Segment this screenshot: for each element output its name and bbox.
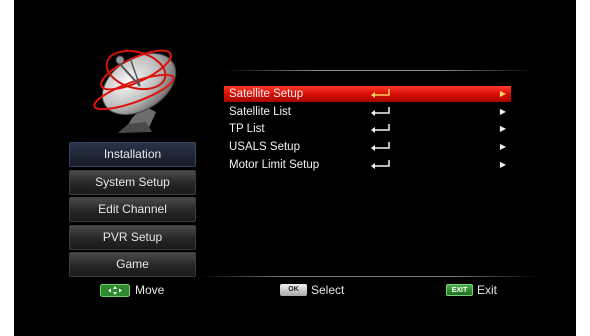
sidebar-item-label: Game: [116, 257, 149, 271]
chevron-right-icon: ▶: [499, 89, 506, 98]
menu-item-label: TP List: [229, 123, 265, 135]
chevron-right-icon: ▶: [499, 107, 506, 116]
top-divider: [224, 70, 534, 71]
sidebar-item-label: Edit Channel: [98, 202, 167, 216]
sidebar-item-installation[interactable]: Installation: [69, 142, 196, 167]
move-hint-label: Move: [135, 283, 165, 297]
satellite-dish-icon: [93, 49, 177, 133]
move-keys-icon: [100, 284, 130, 297]
bottom-divider: [199, 276, 539, 277]
enter-icon: [371, 124, 390, 133]
menu-item-motor-limit-setup[interactable]: Motor Limit Setup ▶: [224, 157, 511, 173]
menu-item-label: USALS Setup: [229, 141, 300, 153]
ok-key-badge: OK: [280, 284, 307, 296]
menu-item-usals-setup[interactable]: USALS Setup ▶: [224, 139, 511, 155]
sidebar-item-label: System Setup: [95, 175, 170, 189]
menu-item-label: Satellite Setup: [229, 88, 304, 100]
enter-icon: [371, 160, 390, 169]
menu-item-satellite-setup[interactable]: Satellite Setup ▶: [224, 86, 511, 102]
sidebar-item-system-setup[interactable]: System Setup: [69, 170, 196, 195]
chevron-right-icon: ▶: [499, 142, 506, 151]
enter-icon: [371, 107, 390, 116]
enter-icon: [371, 142, 390, 151]
tv-screen: Installation System Setup Edit Channel P…: [14, 0, 576, 336]
sidebar-item-game[interactable]: Game: [69, 252, 196, 277]
chevron-right-icon: ▶: [499, 160, 506, 169]
sidebar-item-edit-channel[interactable]: Edit Channel: [69, 197, 196, 222]
sidebar-item-pvr-setup[interactable]: PVR Setup: [69, 225, 196, 250]
menu-item-satellite-list[interactable]: Satellite List ▶: [224, 104, 511, 120]
menu-item-label: Motor Limit Setup: [229, 159, 320, 171]
exit-hint-label: Exit: [477, 283, 498, 297]
menu-item-tp-list[interactable]: TP List ▶: [224, 121, 511, 137]
sidebar-item-label: PVR Setup: [102, 230, 163, 244]
sidebar-item-label: Installation: [103, 147, 162, 161]
select-hint-label: Select: [311, 283, 345, 297]
menu-item-label: Satellite List: [229, 106, 292, 118]
chevron-right-icon: ▶: [499, 124, 506, 133]
exit-key-badge: EXIT: [446, 284, 473, 296]
enter-icon: [371, 89, 390, 98]
